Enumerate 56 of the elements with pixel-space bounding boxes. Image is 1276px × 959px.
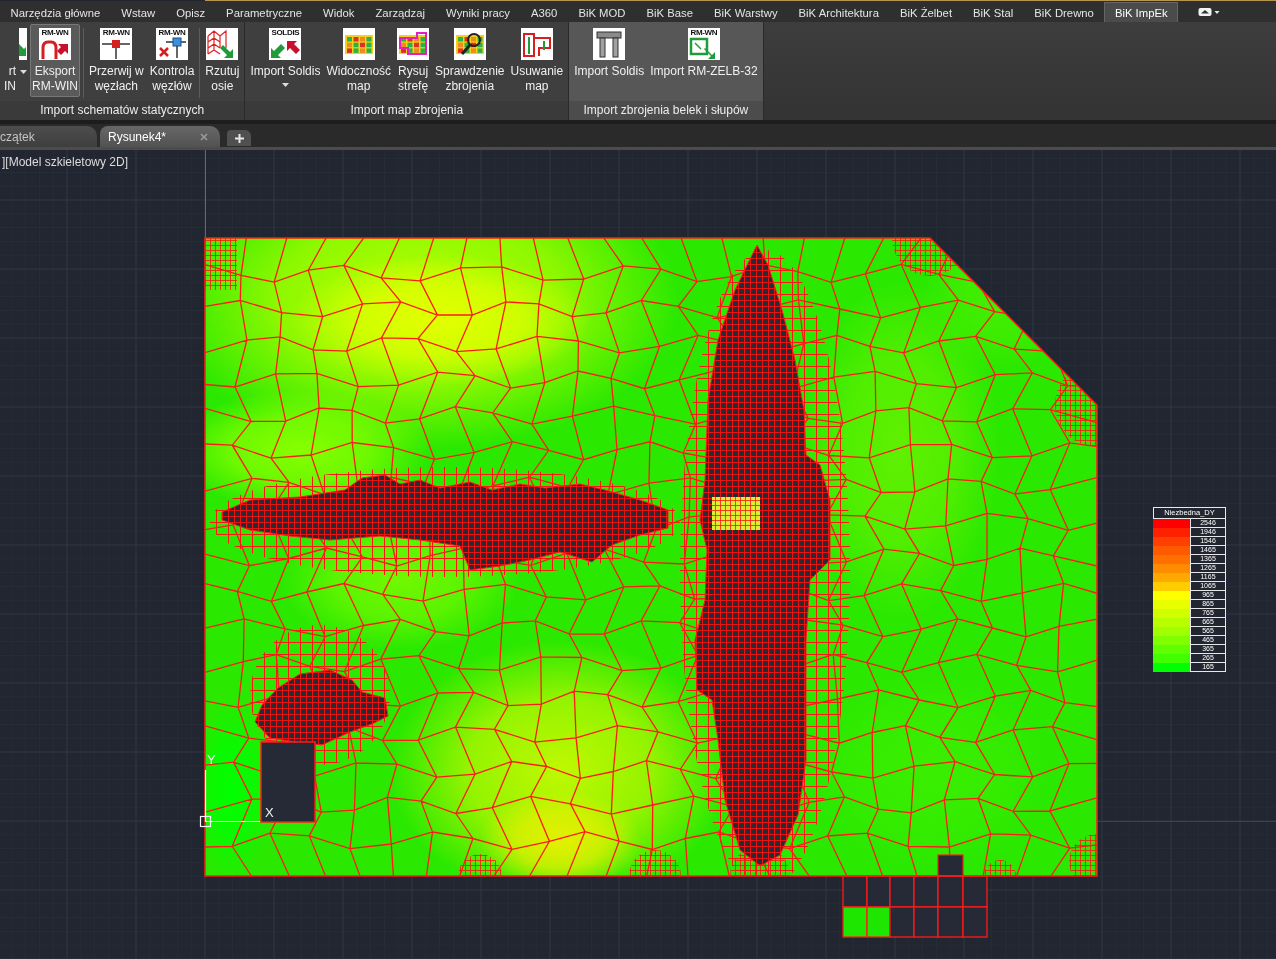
panel-title: Import zbrojenia belek i słupów: [569, 101, 763, 120]
file-tab[interactable]: Rysunek4*: [100, 126, 220, 147]
ribbon-tab[interactable]: BiK MOD: [567, 2, 636, 22]
ribbon-tab[interactable]: BiK Drewno: [1023, 2, 1105, 22]
beam-icon: [593, 28, 626, 60]
arrow-icon: [19, 28, 27, 60]
ribbon-button[interactable]: SOLDIS Import Soldis: [248, 24, 323, 90]
node-cross-icon: [156, 37, 188, 60]
ribbon-tab[interactable]: A360: [520, 2, 568, 22]
ribbon-tab[interactable]: BiK Warstwy: [703, 2, 789, 22]
close-icon[interactable]: [200, 132, 208, 141]
ribbon-button[interactable]: rt IN: [3, 24, 28, 97]
ribbon-tab[interactable]: BiK Base: [635, 2, 704, 22]
plus-icon: [234, 133, 244, 143]
icon-caption: RM-WN: [102, 28, 130, 37]
ribbon-tab[interactable]: Zarządzaj: [364, 2, 436, 22]
color-grid-icon: [342, 28, 375, 60]
ribbon-button[interactable]: RM-WN Przerwij w węzłach: [87, 24, 146, 97]
ribbon-button[interactable]: RM-WN Kontrola węzłów: [147, 24, 197, 97]
ribbon-button[interactable]: Sprawdzenie zbrojenia: [433, 24, 507, 97]
ribbon-button[interactable]: Rzutuj osie: [203, 24, 242, 97]
screen-caret-icon[interactable]: [1198, 6, 1221, 17]
file-tab[interactable]: czątek: [0, 126, 97, 147]
ribbon-button[interactable]: RM-WN Eksport RM-WIN: [30, 24, 80, 97]
outline-shapes-icon: [520, 28, 553, 60]
ribbon-tab[interactable]: Wyniki pracy: [435, 2, 521, 22]
grid-outline-icon: [397, 28, 430, 60]
ribbon-tab[interactable]: BiK ImpEk: [1104, 2, 1179, 22]
ribbon-tab[interactable]: Parametryczne: [215, 2, 313, 22]
ribbon-tab[interactable]: BiK Architektura: [788, 2, 890, 22]
axis-label: Y: [207, 753, 216, 766]
node-icon: [100, 37, 133, 60]
caret-icon[interactable]: [20, 70, 27, 74]
ribbon-tab[interactable]: BiK Stal: [962, 2, 1024, 22]
panel-title: Import schematów statycznych: [0, 101, 245, 120]
ribbon-button[interactable]: Usuwanie map: [508, 24, 566, 97]
ribbon-button[interactable]: Rysuj strefę: [395, 24, 432, 97]
ribbon-button[interactable]: Import Soldis: [572, 24, 647, 82]
new-tab-button[interactable]: [227, 130, 251, 146]
icon-caption: RM-WN: [690, 28, 718, 37]
axis-label: X: [265, 806, 274, 819]
grid-magnifier-icon: [453, 28, 486, 60]
panel-title: Import map zbrojenia: [245, 101, 569, 120]
icon-caption: RM-WN: [158, 28, 186, 37]
icon-caption: SOLDIS: [271, 28, 300, 37]
ribbon-tab[interactable]: Opisz: [165, 2, 216, 22]
caret-icon[interactable]: [281, 83, 289, 87]
ribbon-button[interactable]: RM-WN Import RM-ZELB-32: [648, 24, 760, 82]
ribbon-tab[interactable]: Widok: [312, 2, 365, 22]
ucs-icon: [199, 770, 260, 828]
viewport-label[interactable]: ][Model szkieletowy 2D]: [2, 155, 129, 170]
ribbon-tab[interactable]: BiK Żelbet: [889, 2, 963, 22]
ribbon-tab[interactable]: Wstaw: [110, 2, 166, 22]
icon-caption: RM-WN: [41, 28, 69, 37]
ribbon-tab[interactable]: Narzędzia główne: [0, 2, 111, 22]
ribbon-button[interactable]: Widoczność map: [324, 24, 394, 97]
